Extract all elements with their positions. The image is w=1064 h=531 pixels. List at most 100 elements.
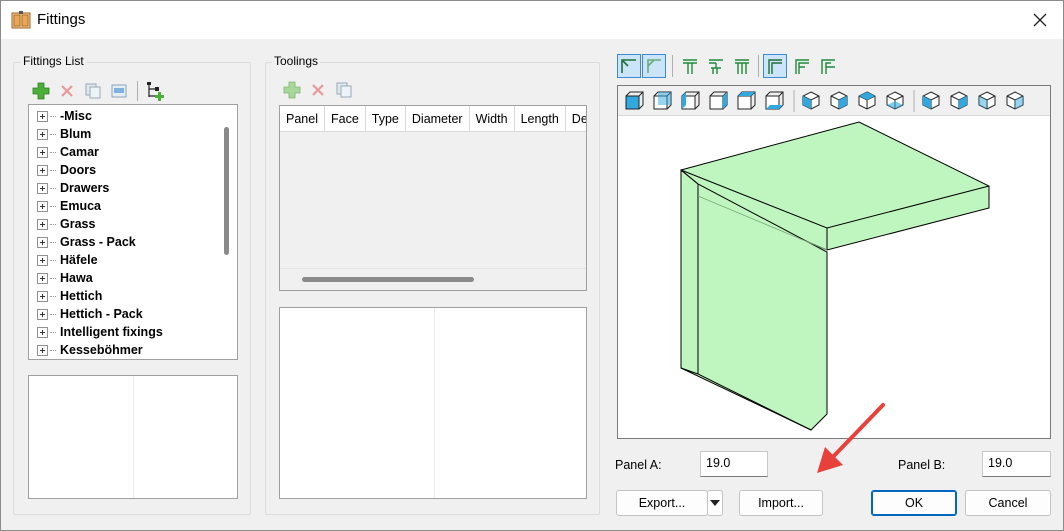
tree-item[interactable]: Häfele xyxy=(37,251,98,269)
cancel-button[interactable]: Cancel xyxy=(965,490,1051,516)
close-button[interactable] xyxy=(1027,7,1053,33)
column-header[interactable]: Face xyxy=(325,106,366,132)
expand-icon[interactable] xyxy=(37,236,48,248)
l-join-c-icon xyxy=(821,59,835,74)
t-join-b-icon xyxy=(709,59,723,74)
column-header[interactable]: Length xyxy=(515,106,566,132)
add-fitting-button[interactable] xyxy=(31,81,51,101)
expand-icon[interactable] xyxy=(37,272,48,284)
delete-tooling-button[interactable] xyxy=(308,80,328,100)
ok-button[interactable]: OK xyxy=(871,490,957,516)
toolings-grid[interactable]: Panel Face Type Diameter Width Length De… xyxy=(279,105,587,291)
export-dropdown-button[interactable] xyxy=(707,490,723,516)
t-join-a-icon xyxy=(683,59,697,74)
tree-item[interactable]: Drawers xyxy=(37,179,109,197)
iso-4-icon xyxy=(886,91,904,110)
join-type-button[interactable] xyxy=(816,54,840,78)
expand-icon[interactable] xyxy=(37,290,48,302)
delete-icon xyxy=(312,84,324,96)
expand-icon[interactable] xyxy=(37,146,48,158)
tree-item[interactable]: Grass - Pack xyxy=(37,233,136,251)
iso-5-icon xyxy=(922,91,940,110)
preview-viewport[interactable] xyxy=(617,85,1051,439)
expand-icon[interactable] xyxy=(37,344,48,356)
expand-icon[interactable] xyxy=(37,128,48,140)
iso-3-icon xyxy=(858,91,876,110)
export-button[interactable]: Export... xyxy=(616,490,708,516)
expand-icon[interactable] xyxy=(37,218,48,230)
panel-b-label: Panel B: xyxy=(898,458,946,472)
column-header[interactable]: Width xyxy=(470,106,515,132)
tree-item[interactable]: Camar xyxy=(37,143,99,161)
column-header[interactable]: Type xyxy=(366,106,406,132)
delete-fitting-button[interactable] xyxy=(57,81,77,101)
expand-icon[interactable] xyxy=(37,326,48,338)
iso-7-icon xyxy=(978,91,996,110)
tree-item[interactable]: Hettich - Pack xyxy=(37,305,143,323)
tree-item[interactable]: Blum xyxy=(37,125,91,143)
column-header[interactable]: Diameter xyxy=(406,106,470,132)
tree-item[interactable]: Intelligent fixings xyxy=(37,323,163,341)
title-bar: Fittings xyxy=(1,1,1063,39)
expand-icon[interactable] xyxy=(37,164,48,176)
expand-icon[interactable] xyxy=(37,200,48,212)
tree-item[interactable]: Doors xyxy=(37,161,96,179)
copy-icon xyxy=(336,82,352,98)
chevron-down-icon xyxy=(710,500,720,506)
t-join-c-icon xyxy=(735,59,749,74)
toolings-grid-header: Panel Face Type Diameter Width Length De… xyxy=(280,106,586,132)
cube-front-icon xyxy=(625,91,644,110)
panel-b-field[interactable]: 19.0 xyxy=(982,451,1051,477)
tree-add-icon xyxy=(147,82,164,101)
join-type-button[interactable] xyxy=(678,54,702,78)
add-tree-node-button[interactable] xyxy=(145,81,165,101)
column-header[interactable]: Depth xyxy=(566,106,586,132)
iso-2-icon xyxy=(830,91,848,110)
tree-item[interactable]: Emuca xyxy=(37,197,101,215)
join-type-button[interactable] xyxy=(730,54,754,78)
close-icon xyxy=(1033,13,1047,27)
copy-fitting-button[interactable] xyxy=(83,81,103,101)
panel-3d-model xyxy=(680,121,990,431)
corner-join-a-icon xyxy=(621,59,636,73)
panel-a-field[interactable]: 19.0 xyxy=(700,451,768,477)
tooling-details-box xyxy=(279,307,587,499)
copy-tooling-button[interactable] xyxy=(334,80,354,100)
add-tooling-button[interactable] xyxy=(282,80,302,100)
cube-top-icon xyxy=(737,91,756,110)
join-type-button[interactable] xyxy=(704,54,728,78)
join-type-button[interactable] xyxy=(790,54,814,78)
edit-icon xyxy=(111,84,127,98)
iso-6-icon xyxy=(950,91,968,110)
tree-item[interactable]: Hettich xyxy=(37,287,102,305)
toolbar-separator xyxy=(137,81,138,101)
cube-back-icon xyxy=(653,91,672,110)
tree-scrollbar[interactable] xyxy=(224,127,229,255)
l-join-b-icon xyxy=(795,59,809,74)
copy-icon xyxy=(85,83,101,99)
cabinet-fittings-icon xyxy=(11,11,31,29)
tree-item[interactable]: Hawa xyxy=(37,269,93,287)
annotation-arrow-icon xyxy=(817,403,885,473)
tree-item[interactable]: Grass xyxy=(37,215,95,233)
grid-hscrollbar[interactable] xyxy=(302,277,474,282)
fitting-details-box xyxy=(28,375,238,499)
expand-icon[interactable] xyxy=(37,254,48,266)
edit-fitting-button[interactable] xyxy=(109,81,129,101)
tree-item[interactable]: Kesseböhmer xyxy=(37,341,143,359)
import-button[interactable]: Import... xyxy=(739,490,823,516)
join-type-button[interactable] xyxy=(763,54,787,78)
expand-icon[interactable] xyxy=(37,308,48,320)
toolbar-separator xyxy=(672,55,673,77)
delete-icon xyxy=(61,85,73,97)
tree-item[interactable]: -Misc xyxy=(37,107,92,125)
panel-a-label: Panel A: xyxy=(615,458,662,472)
fittings-tree[interactable]: -Misc Blum Camar Doors Drawers Emuca Gra… xyxy=(28,104,238,360)
expand-icon[interactable] xyxy=(37,182,48,194)
join-type-button[interactable] xyxy=(642,54,666,78)
l-join-a-icon xyxy=(768,59,782,74)
cube-right-icon xyxy=(709,91,728,110)
expand-icon[interactable] xyxy=(37,110,48,122)
column-header[interactable]: Panel xyxy=(280,106,325,132)
join-type-button[interactable] xyxy=(617,54,641,78)
